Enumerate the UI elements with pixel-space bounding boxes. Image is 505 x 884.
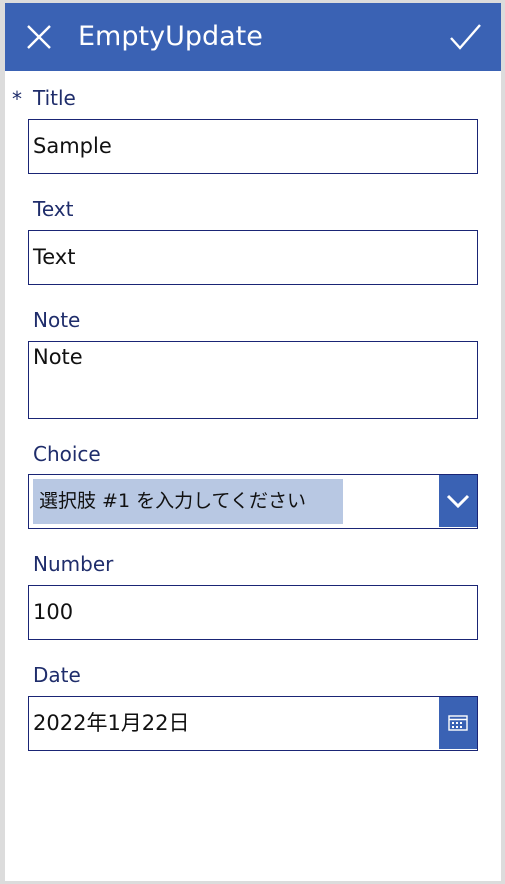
note-label: Note bbox=[33, 308, 81, 332]
close-icon[interactable] bbox=[23, 21, 55, 53]
screen-title: EmptyUpdate bbox=[78, 21, 263, 52]
app-screen: EmptyUpdate * Title Sample Text Text Not… bbox=[5, 3, 501, 881]
text-label: Text bbox=[33, 197, 74, 221]
title-input[interactable]: Sample bbox=[28, 119, 478, 174]
number-value: 100 bbox=[33, 600, 74, 624]
title-value: Sample bbox=[33, 134, 112, 158]
date-picker[interactable]: 2022年1月22日 bbox=[28, 696, 478, 751]
checkmark-icon[interactable] bbox=[447, 21, 483, 53]
number-input[interactable]: 100 bbox=[28, 585, 478, 640]
text-input[interactable]: Text bbox=[28, 230, 478, 285]
choice-selected-value: 選択肢 #1 を入力してください bbox=[33, 479, 343, 524]
calendar-icon[interactable] bbox=[439, 697, 477, 749]
choice-label: Choice bbox=[33, 442, 101, 466]
date-value: 2022年1月22日 bbox=[33, 711, 190, 735]
note-textarea[interactable]: Note bbox=[28, 341, 478, 419]
choice-dropdown[interactable]: 選択肢 #1 を入力してください bbox=[28, 474, 478, 529]
title-label: Title bbox=[33, 86, 76, 110]
header-bar: EmptyUpdate bbox=[5, 3, 501, 71]
chevron-down-icon[interactable] bbox=[439, 475, 477, 527]
text-value: Text bbox=[33, 245, 76, 269]
date-label: Date bbox=[33, 663, 81, 687]
number-label: Number bbox=[33, 552, 114, 576]
note-value: Note bbox=[33, 345, 83, 369]
required-asterisk: * bbox=[12, 87, 22, 111]
